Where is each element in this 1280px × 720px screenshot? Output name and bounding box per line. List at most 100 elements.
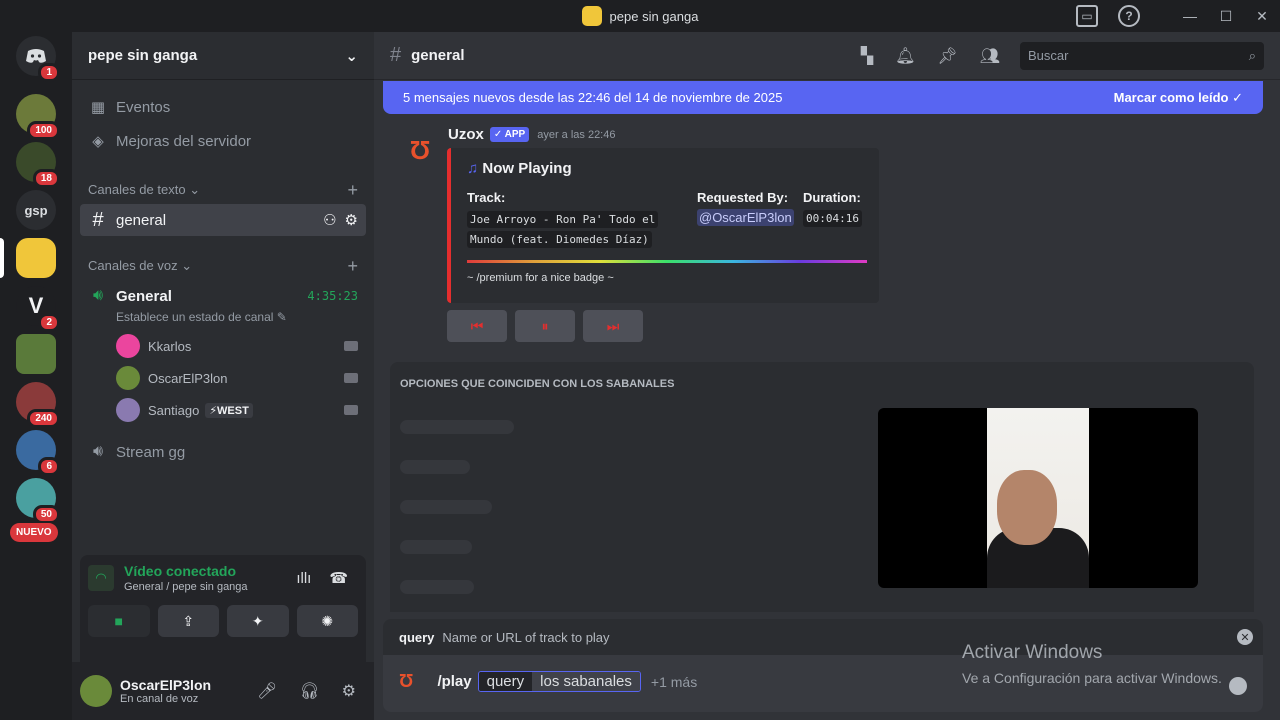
help-icon[interactable]: ?	[1118, 5, 1140, 27]
add-channel-icon[interactable]: +	[347, 256, 358, 277]
speaker-icon: 🔊︎	[92, 287, 104, 304]
activities-button[interactable]: ✦	[227, 605, 289, 637]
emoji-icon[interactable]	[1229, 677, 1247, 695]
chevron-down-icon: ⌄	[345, 47, 358, 65]
soundboard-button[interactable]: ✺	[296, 605, 358, 637]
server-icon[interactable]	[16, 334, 56, 374]
chat-area: # general ▚ 🔔︎ 📌︎ 👥︎ Buscar ⌕ 5 mensajes…	[374, 32, 1280, 720]
voice-timer: 4:35:23	[307, 289, 358, 303]
new-badge[interactable]: NUEVO	[10, 523, 58, 542]
mark-as-read-label: Marcar como leído	[1113, 89, 1229, 105]
boost-icon: ◈	[92, 133, 104, 150]
loading-placeholder	[400, 420, 514, 434]
avatar[interactable]	[80, 675, 112, 707]
invite-icon[interactable]: ⚇	[323, 211, 336, 229]
bot-avatar[interactable]: Ʊ	[400, 130, 440, 170]
server-header[interactable]: pepe sin ganga ⌄	[72, 32, 374, 80]
channel-name: General	[116, 287, 172, 305]
voice-user[interactable]: Kkarlos	[72, 330, 374, 362]
voice-channel-stream[interactable]: 🔊︎ Stream gg	[80, 436, 366, 468]
gear-icon[interactable]: ⚙	[345, 211, 358, 229]
voice-user-name: Santiago	[148, 402, 200, 418]
text-category[interactable]: Canales de texto ⌄ +	[72, 180, 374, 200]
voice-user[interactable]: OscarElP3lon	[72, 362, 374, 394]
headphones-icon[interactable]: 🎧︎	[299, 681, 319, 701]
server-icon[interactable]: 18	[16, 142, 60, 188]
search-input[interactable]: Buscar ⌕	[1020, 41, 1264, 70]
search-icon: ⌕	[1248, 47, 1256, 63]
microphone-icon[interactable]: 🎤︎	[257, 681, 277, 701]
close-button[interactable]: ✕	[1244, 8, 1280, 25]
option-name: query	[399, 629, 435, 645]
new-messages-bar[interactable]: 5 mensajes nuevos desde las 22:46 del 14…	[383, 81, 1263, 114]
server-icon[interactable]: 50	[16, 478, 60, 524]
video-preview[interactable]	[878, 408, 1198, 588]
server-icon[interactable]: V2	[16, 286, 60, 332]
channel-general[interactable]: # general ⚇ ⚙	[80, 204, 366, 236]
avatar	[116, 334, 140, 358]
minimize-button[interactable]: —	[1172, 8, 1208, 24]
user-panel: OscarElP3lon En canal de voz 🎤︎ 🎧︎ ⚙	[72, 662, 374, 720]
mark-as-read-button[interactable]: Marcar como leído ✓	[1114, 90, 1243, 106]
bell-icon[interactable]: 🔔︎	[895, 46, 915, 66]
discord-home-icon[interactable]: 1	[16, 36, 60, 82]
threads-icon[interactable]: ▚	[861, 46, 873, 66]
channel-status[interactable]: Establece un estado de canal ✎	[72, 310, 374, 326]
server-icon[interactable]: 240	[16, 382, 60, 428]
members-icon[interactable]: 👥︎	[980, 46, 1000, 66]
new-messages-text: 5 mensajes nuevos desde las 22:46 del 14…	[403, 90, 783, 105]
watermark-subtitle: Ve a Configuración para activar Windows.	[962, 670, 1222, 686]
duration-label: Duration:	[803, 190, 861, 205]
pin-icon[interactable]: 📌︎	[937, 46, 957, 66]
server-icon[interactable]: 100	[16, 94, 60, 140]
server-icon-active[interactable]	[16, 238, 56, 278]
unread-badge: 2	[38, 313, 60, 332]
close-icon[interactable]: ✕	[1237, 629, 1253, 645]
voice-user-name: Kkarlos	[148, 338, 192, 354]
monitor-icon[interactable]: ▭	[1076, 5, 1098, 27]
pause-button[interactable]: ⏸︎	[515, 310, 575, 342]
server-icon[interactable]: 6	[16, 430, 60, 476]
channel-title: general	[411, 47, 465, 64]
user-status: En canal de voz	[120, 693, 199, 705]
voice-status: Vídeo conectado	[124, 563, 237, 579]
option-value[interactable]: los sabanales	[532, 672, 640, 691]
server-boosts-item[interactable]: ◈ Mejoras del servidor	[72, 124, 374, 158]
music-note-icon: ♫	[467, 160, 479, 177]
voice-location[interactable]: General / pepe sin ganga	[124, 581, 248, 593]
server-icon-gsp[interactable]: gsp	[16, 190, 56, 230]
app-icon	[581, 6, 602, 26]
option-pill[interactable]: query los sabanales	[477, 671, 641, 692]
windows-activation-watermark: Activar Windows Ve a Configuración para …	[962, 642, 1222, 686]
unread-badge: 100	[27, 121, 60, 140]
screen-share-button[interactable]: ⇪	[157, 605, 219, 637]
loading-placeholder	[400, 580, 474, 594]
noise-suppression-icon[interactable]: ıllı	[296, 570, 311, 587]
voice-channel-general[interactable]: 🔊︎ General 4:35:23	[80, 282, 366, 310]
signal-icon[interactable]: ◠	[88, 565, 114, 591]
requested-label: Requested By:	[697, 190, 789, 205]
search-placeholder: Buscar	[1028, 48, 1069, 63]
next-track-button[interactable]: ⏭︎	[583, 310, 643, 342]
user-name: OscarElP3lon	[120, 677, 212, 693]
voice-category[interactable]: Canales de voz ⌄ +	[72, 256, 374, 276]
previous-track-button[interactable]: ⏮︎	[447, 310, 507, 342]
channel-name: general	[116, 211, 167, 229]
command-row[interactable]: Ʊ /play query los sabanales +1 más	[399, 671, 697, 692]
avatar	[116, 398, 140, 422]
message-author[interactable]: Uzox	[448, 126, 484, 143]
user-mention[interactable]: @OscarElP3lon	[697, 209, 794, 226]
category-label: Canales de voz	[88, 258, 178, 273]
add-channel-icon[interactable]: +	[347, 180, 358, 201]
option-description: Name or URL of track to play	[442, 629, 610, 645]
more-options[interactable]: +1 más	[651, 674, 697, 690]
gear-icon[interactable]: ⚙	[342, 681, 356, 701]
events-item[interactable]: ▦ Eventos	[72, 90, 374, 124]
option-key: query	[478, 672, 533, 691]
camera-toggle-button[interactable]: ■	[88, 605, 150, 637]
disconnect-icon[interactable]: ☎	[329, 569, 348, 587]
embed-title: ♫ Now Playing	[467, 160, 863, 177]
maximize-button[interactable]: ☐	[1208, 8, 1244, 25]
voice-user[interactable]: Santiago ⚡WEST	[72, 394, 374, 426]
autocomplete-popup: OPCIONES QUE COINCIDEN CON LOS SABANALES	[390, 362, 1254, 612]
